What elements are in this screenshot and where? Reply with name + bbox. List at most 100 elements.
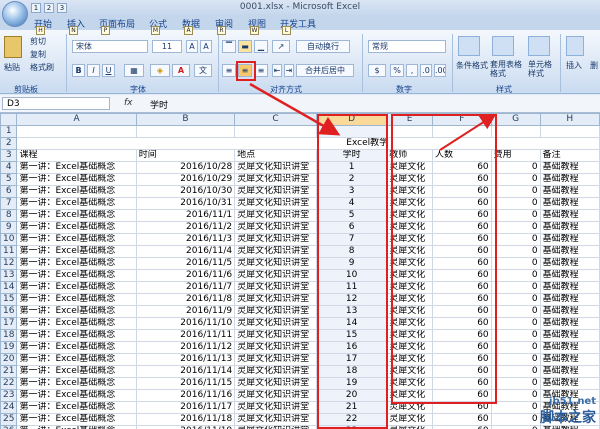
table-format-icon[interactable] [492,36,514,56]
table-cell[interactable]: 第一讲：Excel基础概念 [16,305,137,318]
table-cell[interactable]: 灵犀文化知识讲堂 [234,425,317,429]
table-cell[interactable]: 灵犀文化知识讲堂 [234,305,317,318]
table-cell[interactable]: 基础教程 [539,317,600,330]
table-cell[interactable]: 4 [315,197,388,210]
grid-cell[interactable] [386,125,433,138]
cut-button[interactable]: 剪切 [30,36,46,47]
table-cell[interactable]: 灵犀文化 [386,269,433,282]
table-cell[interactable]: 第一讲：Excel基础概念 [16,329,137,342]
table-cell[interactable]: 基础教程 [539,197,600,210]
table-cell[interactable]: 第一讲：Excel基础概念 [16,293,137,306]
table-cell[interactable]: 灵犀文化 [386,341,433,354]
table-cell[interactable]: 0 [490,269,541,282]
grid-cell[interactable] [539,125,600,138]
table-cell[interactable]: 0 [490,353,541,366]
row-header[interactable]: 8 [0,209,18,222]
formula-input[interactable]: 学时 [150,98,168,111]
table-cell[interactable]: 第一讲：Excel基础概念 [16,233,137,246]
table-cell[interactable]: 60 [432,377,492,390]
table-cell[interactable]: 2016/11/19 [135,425,236,429]
row-header[interactable]: 26 [0,425,18,429]
table-cell[interactable]: 17 [315,353,388,366]
table-cell[interactable]: 2016/11/14 [135,365,236,378]
table-cell[interactable]: 60 [432,281,492,294]
paste-icon[interactable] [4,36,22,58]
row-header[interactable]: 2 [0,137,18,150]
table-cell[interactable]: 灵犀文化 [386,293,433,306]
table-cell[interactable]: 60 [432,173,492,186]
table-cell[interactable]: 灵犀文化知识讲堂 [234,185,317,198]
table-cell[interactable]: 灵犀文化知识讲堂 [234,245,317,258]
wrap-text-button[interactable]: 自动换行 [296,40,350,53]
row-header[interactable]: 24 [0,401,18,414]
header-cell[interactable]: 教师 [386,149,433,162]
column-header[interactable]: D [315,113,388,126]
table-cell[interactable]: 0 [490,197,541,210]
row-header[interactable]: 7 [0,197,18,210]
table-cell[interactable]: 0 [490,293,541,306]
row-header[interactable]: 18 [0,329,18,342]
table-cell[interactable]: 基础教程 [539,341,600,354]
copy-button[interactable]: 复制 [30,49,46,60]
row-header[interactable]: 21 [0,365,18,378]
row-header[interactable]: 14 [0,281,18,294]
column-header[interactable]: F [432,113,492,126]
table-cell[interactable]: 第一讲：Excel基础概念 [16,425,137,429]
table-cell[interactable]: 2016/11/13 [135,353,236,366]
quick-access-1[interactable]: 1 [31,3,41,13]
table-cell[interactable]: 0 [490,401,541,414]
table-cell[interactable]: 灵犀文化 [386,161,433,174]
column-header[interactable]: G [490,113,541,126]
table-cell[interactable]: 灵犀文化知识讲堂 [234,257,317,270]
table-cell[interactable]: 15 [315,329,388,342]
table-cell[interactable]: 7 [315,233,388,246]
border-icon[interactable]: ▦ [124,64,144,77]
table-cell[interactable]: 0 [490,257,541,270]
align-right-icon[interactable]: ≡ [254,64,268,77]
currency-icon[interactable]: $ [368,64,386,77]
table-cell[interactable]: 灵犀文化 [386,377,433,390]
table-cell[interactable]: 0 [490,185,541,198]
row-header[interactable]: 15 [0,293,18,306]
row-header[interactable]: 17 [0,317,18,330]
table-cell[interactable]: 第一讲：Excel基础概念 [16,401,137,414]
number-format-select[interactable]: 常规 [368,40,446,53]
table-cell[interactable]: 灵犀文化知识讲堂 [234,389,317,402]
table-cell[interactable]: 基础教程 [539,353,600,366]
table-cell[interactable]: 灵犀文化 [386,221,433,234]
table-cell[interactable]: 60 [432,353,492,366]
italic-button[interactable]: I [87,64,100,77]
grid-cell[interactable] [315,125,388,138]
cell-style-icon[interactable] [528,36,550,56]
table-cell[interactable]: 灵犀文化 [386,209,433,222]
table-cell[interactable]: 21 [315,401,388,414]
table-cell[interactable]: 0 [490,377,541,390]
table-cell[interactable]: 第一讲：Excel基础概念 [16,209,137,222]
table-cell[interactable]: 灵犀文化 [386,305,433,318]
table-cell[interactable]: 2016/11/15 [135,377,236,390]
header-cell[interactable]: 费用 [490,149,541,162]
table-cell[interactable]: 第一讲：Excel基础概念 [16,353,137,366]
table-cell[interactable]: 60 [432,197,492,210]
table-cell[interactable]: 灵犀文化知识讲堂 [234,401,317,414]
table-cell[interactable]: 2016/11/12 [135,341,236,354]
table-cell[interactable]: 2016/11/6 [135,269,236,282]
bold-button[interactable]: B [72,64,85,77]
font-color-icon[interactable]: A [172,64,190,77]
table-cell[interactable]: 灵犀文化 [386,281,433,294]
column-header[interactable]: A [16,113,137,126]
table-format-button[interactable]: 套用表格格式 [490,60,526,78]
percent-button[interactable]: % [390,64,404,77]
increase-indent-icon[interactable]: ⇥ [284,64,294,77]
table-cell[interactable]: 第一讲：Excel基础概念 [16,185,137,198]
table-cell[interactable]: 2016/11/5 [135,257,236,270]
shrink-font-icon[interactable]: A [200,40,212,53]
table-cell[interactable]: 0 [490,329,541,342]
table-cell[interactable]: 2016/11/1 [135,209,236,222]
row-header[interactable]: 11 [0,245,18,258]
table-cell[interactable]: 灵犀文化 [386,329,433,342]
underline-button[interactable]: U [102,64,115,77]
orientation-icon[interactable]: ↗ [272,40,290,53]
column-header[interactable]: C [234,113,317,126]
decrease-indent-icon[interactable]: ⇤ [272,64,282,77]
